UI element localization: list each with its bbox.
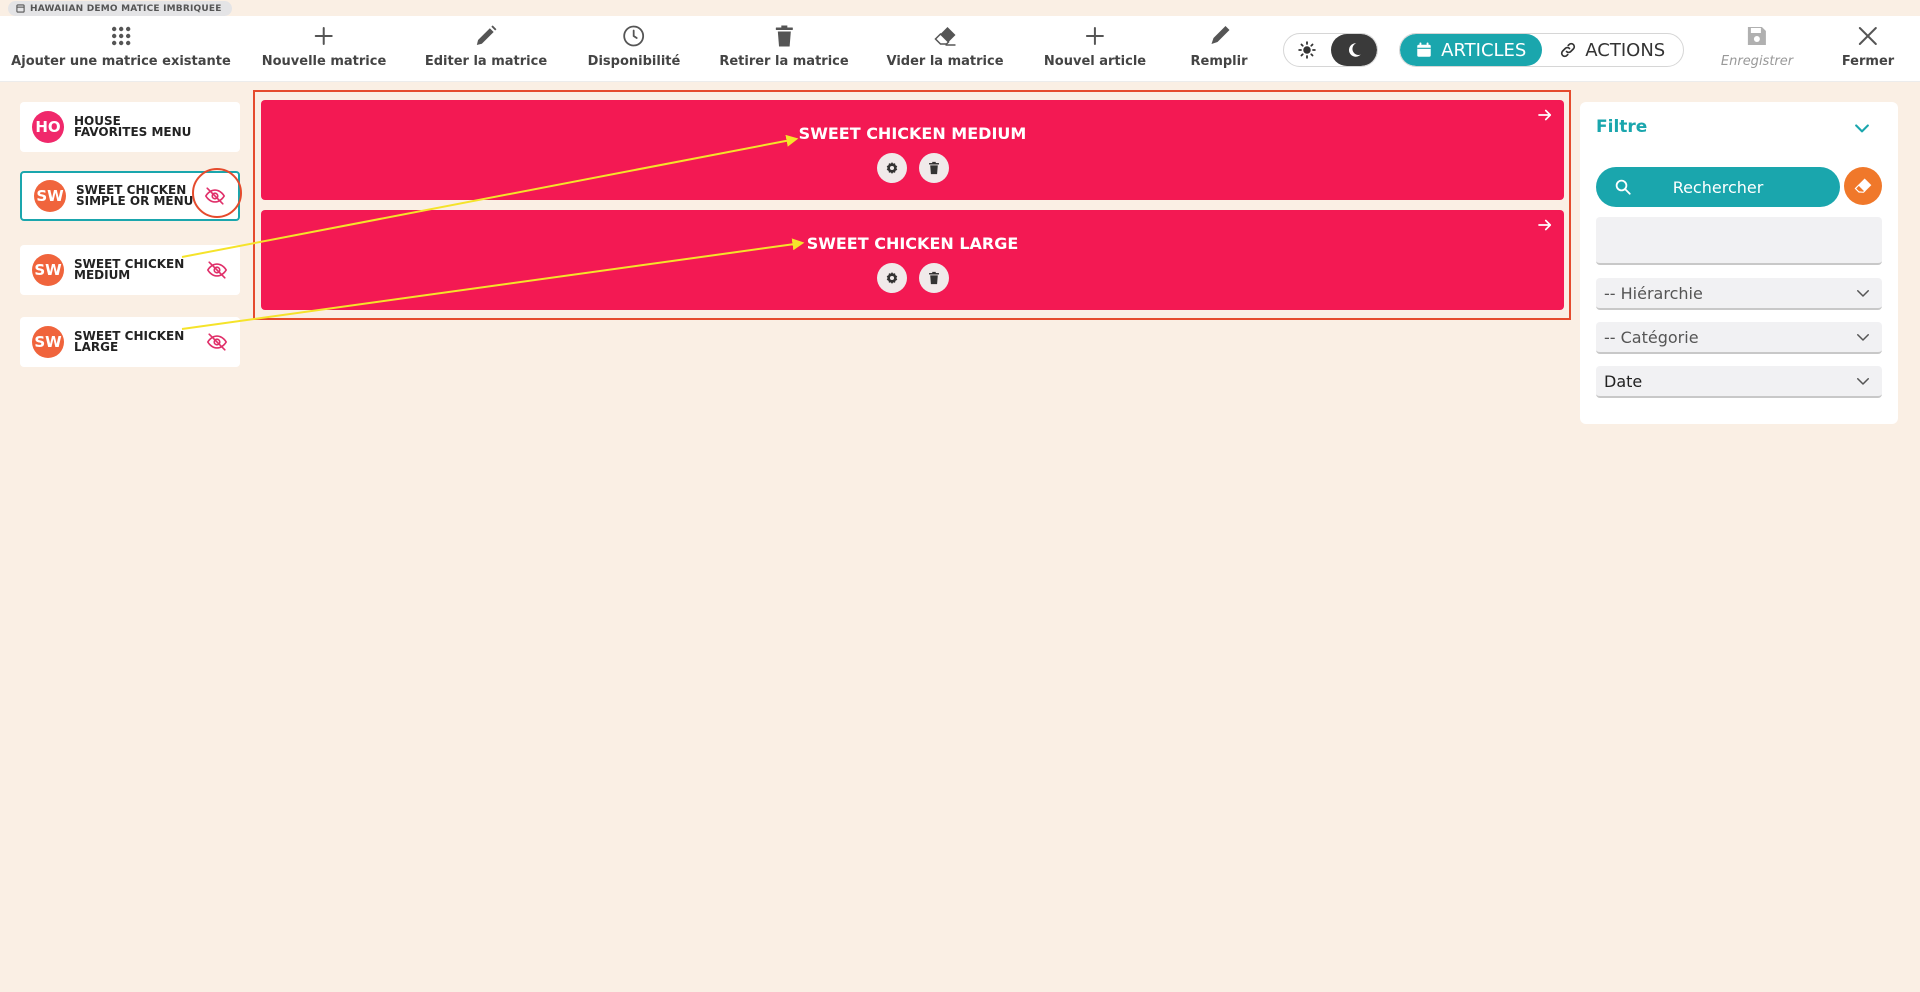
theme-toggle[interactable] — [1283, 33, 1378, 67]
moon-icon — [1348, 43, 1361, 57]
toolbar: Ajouter une matrice existante Nouvelle m… — [0, 16, 1920, 82]
list-item[interactable]: SW SWEET CHICKEN MEDIUM — [20, 245, 240, 295]
list-item-label: SWEET CHICKEN MEDIUM — [74, 257, 185, 282]
delete-button[interactable] — [918, 263, 949, 293]
card-actions — [876, 153, 949, 183]
list-item[interactable]: HO HOUSE FAVORITES MENU — [20, 102, 240, 152]
empty-matrix-button[interactable]: Vider la matrice — [886, 24, 1004, 69]
save-button[interactable]: Enregistrer — [1721, 24, 1793, 69]
list-item[interactable]: SW SWEET CHICKEN SIMPLE OR MENU — [20, 171, 240, 221]
list-item-label: SWEET CHICKEN SIMPLE OR MENU — [76, 183, 194, 208]
availability-label: Disponibilité — [587, 54, 681, 69]
tab-actions[interactable]: ACTIONS — [1542, 34, 1684, 66]
trash-icon — [928, 161, 939, 175]
avatar: SW — [32, 254, 64, 286]
chevron-down-icon[interactable] — [1852, 118, 1872, 138]
fill-label: Remplir — [1190, 54, 1248, 69]
fill-button[interactable]: Remplir — [1190, 24, 1248, 69]
new-article-button[interactable]: Nouvel article — [1044, 24, 1146, 69]
grid-icon — [111, 26, 131, 46]
close-label: Fermer — [1841, 54, 1895, 69]
trash-icon — [775, 25, 793, 47]
trash-icon — [928, 271, 939, 285]
tab-articles[interactable]: ARTICLES — [1400, 34, 1542, 66]
card-actions — [876, 263, 949, 293]
clock-icon — [623, 25, 645, 47]
brush-icon — [1210, 26, 1229, 44]
floppy-disk-icon — [1748, 27, 1766, 45]
category-select[interactable]: -- Catégorie — [1596, 322, 1882, 354]
light-theme-option[interactable] — [1284, 34, 1331, 66]
delete-button[interactable] — [918, 153, 949, 183]
chevron-down-icon — [1857, 334, 1869, 341]
list-item-label: SWEET CHICKEN LARGE — [74, 329, 185, 354]
search-button[interactable]: Rechercher — [1596, 167, 1840, 207]
search-icon — [1615, 179, 1631, 195]
matrix-card-title: SWEET CHICKEN LARGE — [806, 234, 1019, 253]
avatar: SW — [32, 326, 64, 358]
filter-title: Filtre — [1596, 117, 1648, 137]
remove-matrix-label: Retirer la matrice — [719, 54, 849, 69]
close-button[interactable]: Fermer — [1842, 24, 1894, 69]
calendar-icon — [1417, 42, 1431, 57]
sun-icon — [1298, 41, 1317, 59]
gear-icon — [886, 162, 897, 174]
window-icon — [16, 4, 25, 13]
avatar: SW — [34, 180, 66, 212]
avatar: HO — [32, 111, 64, 143]
save-label: Enregistrer — [1720, 54, 1794, 69]
window-tab: HAWAIIAN DEMO MATICE IMBRIQUEE — [8, 1, 232, 16]
list-item[interactable]: SW SWEET CHICKEN LARGE — [20, 317, 240, 367]
matrix-area: SWEET CHICKEN MEDIUM SWEET CHICKEN LARGE — [253, 90, 1571, 320]
tab-articles-label: ARTICLES — [1441, 39, 1527, 61]
settings-button[interactable] — [876, 263, 907, 293]
chevron-down-icon — [1857, 378, 1869, 385]
hierarchy-select[interactable]: -- Hiérarchie — [1596, 278, 1882, 310]
category-select-value: -- Catégorie — [1604, 327, 1699, 347]
arrow-right-icon[interactable] — [1536, 216, 1554, 234]
new-matrix-button[interactable]: Nouvelle matrice — [261, 24, 387, 69]
plus-icon — [314, 27, 333, 45]
empty-matrix-label: Vider la matrice — [886, 54, 1004, 69]
view-switch: ARTICLES ACTIONS — [1399, 33, 1684, 67]
link-icon — [1561, 42, 1576, 58]
matrix-card[interactable]: SWEET CHICKEN MEDIUM — [261, 100, 1564, 200]
eye-off-icon[interactable] — [204, 185, 226, 207]
tab-actions-label: ACTIONS — [1585, 39, 1666, 61]
clear-filter-button[interactable] — [1844, 167, 1882, 205]
arrow-right-icon[interactable] — [1536, 106, 1554, 124]
filter-panel: Filtre Rechercher -- Hiérarchie -- Catég… — [1580, 102, 1898, 424]
search-input[interactable] — [1596, 217, 1882, 265]
eye-off-icon[interactable] — [206, 331, 228, 353]
edit-matrix-button[interactable]: Editer la matrice — [425, 24, 547, 69]
gear-icon — [886, 272, 897, 284]
pencil-icon — [476, 25, 497, 45]
chevron-down-icon — [1857, 290, 1869, 297]
plus-icon — [1085, 27, 1104, 45]
date-select-value: Date — [1604, 371, 1643, 391]
list-item-label: HOUSE FAVORITES MENU — [74, 114, 192, 139]
eye-off-icon[interactable] — [206, 259, 228, 281]
add-existing-matrix-label: Ajouter une matrice existante — [11, 54, 231, 69]
new-matrix-label: Nouvelle matrice — [261, 54, 387, 69]
eraser-icon — [1854, 178, 1872, 193]
search-button-label: Rechercher — [1672, 177, 1764, 197]
dark-theme-option[interactable] — [1330, 34, 1377, 66]
date-select[interactable]: Date — [1596, 366, 1882, 398]
edit-matrix-label: Editer la matrice — [424, 54, 548, 69]
settings-button[interactable] — [876, 153, 907, 183]
close-icon — [1858, 27, 1877, 45]
remove-matrix-button[interactable]: Retirer la matrice — [719, 24, 849, 69]
matrix-card-title: SWEET CHICKEN MEDIUM — [798, 124, 1027, 143]
eraser-icon — [933, 27, 955, 46]
availability-button[interactable]: Disponibilité — [587, 24, 681, 69]
new-article-label: Nouvel article — [1043, 54, 1147, 69]
hierarchy-select-value: -- Hiérarchie — [1604, 283, 1703, 303]
matrix-card[interactable]: SWEET CHICKEN LARGE — [261, 210, 1564, 310]
add-existing-matrix-button[interactable]: Ajouter une matrice existante — [11, 24, 231, 69]
window-title: HAWAIIAN DEMO MATICE IMBRIQUEE — [30, 3, 222, 14]
